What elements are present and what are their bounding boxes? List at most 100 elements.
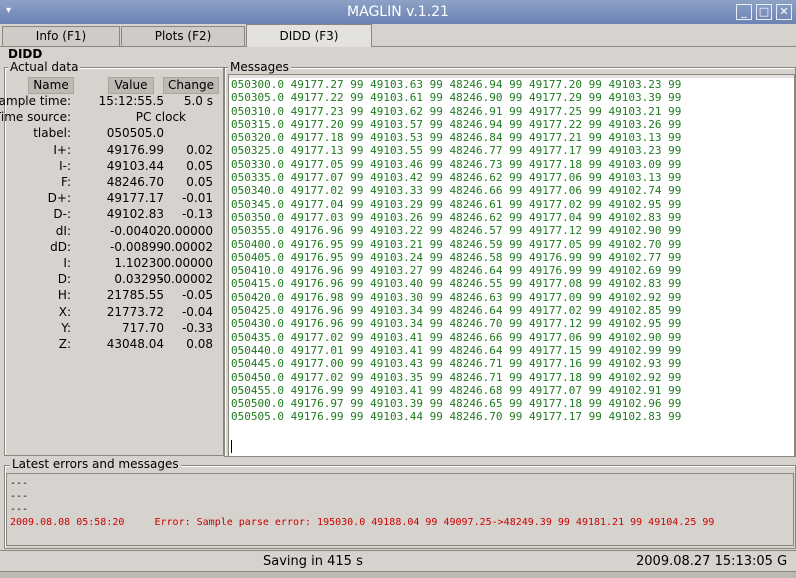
data-row-change: -0.00002 bbox=[159, 239, 213, 254]
title-bar: ▾ MAGLIN v.1.21 _ □ ✕ bbox=[0, 0, 796, 25]
datetime-status: 2009.08.27 15:13:05 G bbox=[636, 554, 788, 569]
data-row-value: 050505.0 bbox=[106, 126, 164, 141]
message-line: 050435.0 49177.02 99 49103.41 99 48246.6… bbox=[231, 330, 682, 344]
error-line: --- bbox=[10, 491, 29, 502]
data-row-value: 48246.70 bbox=[106, 175, 164, 189]
data-row-value: 21785.55 bbox=[106, 288, 164, 303]
tab-bar: Info (F1) Plots (F2) DIDD (F3) bbox=[0, 24, 796, 47]
tab-didd[interactable]: DIDD (F3) bbox=[246, 24, 372, 47]
data-row-change: -0.00002 bbox=[159, 272, 213, 287]
saving-status: Saving in 415 s bbox=[263, 554, 363, 569]
messages-title: Messages bbox=[228, 60, 291, 74]
error-line: --- bbox=[10, 478, 29, 489]
data-row-value: -0.00402 bbox=[110, 223, 164, 238]
data-row-label: I-: bbox=[59, 158, 71, 173]
data-row: H: 21785.55 -0.05 bbox=[4, 288, 218, 304]
message-line: 050440.0 49177.01 99 49103.41 99 48246.6… bbox=[231, 343, 682, 357]
message-line: 050310.0 49177.23 99 49103.62 99 48246.9… bbox=[231, 104, 682, 118]
actual-data-title: Actual data bbox=[8, 60, 81, 74]
maximize-button[interactable]: □ bbox=[756, 4, 772, 20]
tab-plots[interactable]: Plots (F2) bbox=[121, 26, 245, 46]
data-row-label: D-: bbox=[53, 207, 71, 222]
header-value: Value bbox=[108, 77, 154, 94]
data-row: Z: 43048.04 0.08 bbox=[4, 337, 218, 353]
data-row-label: dI: bbox=[55, 223, 71, 238]
messages-list: 050300.0 49177.27 99 49103.63 99 48246.9… bbox=[229, 78, 681, 424]
message-line: 050350.0 49177.03 99 49103.26 99 48246.6… bbox=[231, 210, 682, 224]
errors-textbox[interactable]: --- --- --- 2009.08.08 05:58:20 Error: Samp… bbox=[6, 473, 794, 546]
data-row-change: 5.0 s bbox=[183, 94, 213, 108]
data-row-label: dD: bbox=[50, 239, 71, 254]
data-row-value: 43048.04 bbox=[106, 337, 164, 351]
window-title: MAGLIN v.1.21 bbox=[347, 4, 449, 20]
data-row-label: F: bbox=[60, 175, 71, 189]
data-row: I: 1.10230 0.00000 bbox=[4, 256, 218, 272]
message-line: 050405.0 49176.95 99 49103.24 99 48246.5… bbox=[231, 250, 682, 264]
status-bar: Saving in 415 s 2009.08.27 15:13:05 G bbox=[0, 550, 796, 572]
data-row-change: -0.04 bbox=[181, 304, 213, 319]
message-line: 050305.0 49177.22 99 49103.61 99 48246.9… bbox=[231, 91, 682, 105]
message-line: 050345.0 49177.04 99 49103.29 99 48246.6… bbox=[231, 197, 682, 211]
message-line: 050320.0 49177.18 99 49103.53 99 48246.8… bbox=[231, 131, 682, 145]
message-line: 050455.0 49176.99 99 49103.41 99 48246.6… bbox=[231, 383, 682, 397]
data-row: Y: 717.70 -0.33 bbox=[4, 321, 218, 337]
data-row-label: X: bbox=[58, 304, 71, 319]
data-row-change: 0.00000 bbox=[163, 256, 213, 270]
message-line: 050415.0 49176.96 99 49103.40 99 48246.5… bbox=[231, 277, 682, 291]
data-row-change: -0.13 bbox=[181, 207, 213, 222]
data-row: dI: -0.00402 0.00000 bbox=[4, 224, 218, 240]
minimize-button[interactable]: _ bbox=[736, 4, 752, 20]
data-row-label: I+: bbox=[53, 142, 71, 157]
close-button[interactable]: ✕ bbox=[776, 4, 792, 20]
data-row-value: 49102.83 bbox=[106, 207, 164, 222]
message-line: 050420.0 49176.98 99 49103.30 99 48246.6… bbox=[231, 290, 682, 304]
data-row-value: PC clock bbox=[135, 110, 186, 125]
data-row-change: 0.00000 bbox=[163, 223, 213, 238]
data-row: I-: 49103.44 0.05 bbox=[4, 159, 218, 175]
data-row-label: D+: bbox=[47, 191, 71, 206]
data-row-change: 0.05 bbox=[186, 158, 213, 173]
section-title: DIDD bbox=[8, 47, 43, 61]
data-row-label: tlabel: bbox=[33, 126, 71, 141]
error-line: --- bbox=[10, 504, 29, 515]
message-line: 050315.0 49177.20 99 49103.57 99 48246.9… bbox=[231, 117, 682, 131]
message-line: 050505.0 49176.99 99 49103.44 99 48246.7… bbox=[231, 410, 682, 424]
data-row-value: 1.10230 bbox=[114, 256, 164, 270]
data-row-value: 0.03295 bbox=[114, 272, 164, 287]
errors-list: --- --- --- 2009.08.08 05:58:20 Error: Samp… bbox=[7, 474, 793, 529]
header-change: Change bbox=[163, 77, 219, 94]
data-row-change: 0.08 bbox=[186, 337, 213, 351]
tab-info[interactable]: Info (F1) bbox=[2, 26, 120, 46]
data-row: D: 0.03295 -0.00002 bbox=[4, 272, 218, 288]
message-line: 050500.0 49176.97 99 49103.39 99 48246.6… bbox=[231, 397, 682, 411]
data-row-change: 0.05 bbox=[186, 175, 213, 189]
data-row-label: Time source: bbox=[0, 110, 71, 125]
message-line: 050425.0 49176.96 99 49103.34 99 48246.6… bbox=[231, 304, 682, 318]
data-row-change: -0.33 bbox=[181, 320, 213, 335]
data-row-label: Sample time: bbox=[0, 94, 71, 108]
data-row-change: -0.05 bbox=[181, 288, 213, 303]
data-row-value: 717.70 bbox=[122, 320, 164, 335]
data-row-label: D: bbox=[57, 272, 71, 287]
message-line: 050340.0 49177.02 99 49103.33 99 48246.6… bbox=[231, 184, 682, 198]
data-row: tlabel: 050505.0 bbox=[4, 126, 218, 142]
data-row-label: Z: bbox=[58, 337, 71, 351]
data-row: dD: -0.00899 -0.00002 bbox=[4, 240, 218, 256]
text-caret bbox=[231, 440, 232, 453]
data-row-label: I: bbox=[63, 256, 71, 270]
message-line: 050445.0 49177.00 99 49103.43 99 48246.7… bbox=[231, 357, 682, 371]
message-line: 050450.0 49177.02 99 49103.35 99 48246.7… bbox=[231, 370, 682, 384]
message-line: 050430.0 49176.96 99 49103.34 99 48246.7… bbox=[231, 317, 682, 331]
data-row-change: -0.01 bbox=[181, 191, 213, 206]
messages-textbox[interactable]: 050300.0 49177.27 99 49103.63 99 48246.9… bbox=[228, 74, 795, 457]
message-line: 050325.0 49177.13 99 49103.55 99 48246.7… bbox=[231, 144, 682, 158]
data-row: Sample time: 15:12:55.5 5.0 s bbox=[0, 94, 218, 110]
message-line: 050300.0 49177.27 99 49103.63 99 48246.9… bbox=[231, 78, 682, 91]
data-row: I+: 49176.99 0.02 bbox=[4, 143, 218, 159]
data-row: D-: 49102.83 -0.13 bbox=[4, 207, 218, 223]
message-line: 050400.0 49176.95 99 49103.21 99 48246.5… bbox=[231, 237, 682, 251]
data-row: D+: 49177.17 -0.01 bbox=[4, 191, 218, 207]
data-row-value: 15:12:55.5 bbox=[98, 94, 164, 108]
data-row: X: 21773.72 -0.04 bbox=[4, 305, 218, 321]
errors-title: Latest errors and messages bbox=[10, 457, 181, 471]
